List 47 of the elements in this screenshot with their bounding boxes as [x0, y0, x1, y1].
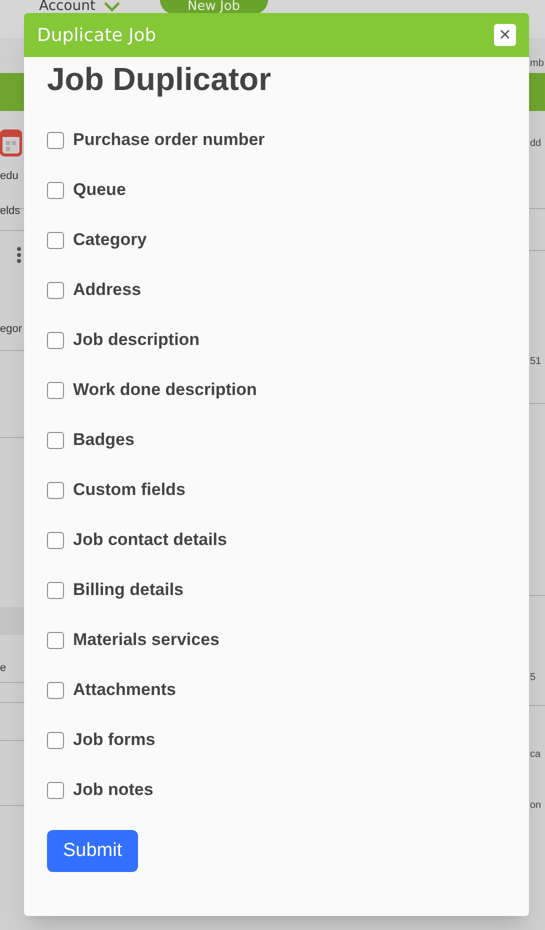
checkbox-label: Custom fields: [73, 479, 186, 502]
checkbox-label: Job contact details: [73, 529, 227, 552]
kebab-icon[interactable]: [17, 247, 21, 263]
checkbox-label: Attachments: [73, 679, 176, 702]
submit-button[interactable]: Submit: [47, 830, 138, 872]
text-fragment: ca: [530, 748, 541, 762]
checkbox[interactable]: [47, 782, 64, 798]
checkbox-label: Billing details: [73, 579, 184, 602]
checkbox[interactable]: [47, 182, 64, 198]
checkbox-label: Materials services: [73, 629, 220, 652]
checkbox-label: Address: [73, 279, 142, 302]
checkbox-label: Work done description: [73, 379, 257, 402]
text-fragment: on: [530, 799, 542, 813]
checkbox-label: Badges: [73, 429, 134, 452]
checkbox[interactable]: [47, 532, 64, 548]
text-fragment: e: [0, 661, 6, 676]
checkbox[interactable]: [47, 132, 64, 148]
checkbox-label: Job forms: [73, 729, 156, 752]
text-fragment: mb: [530, 57, 544, 71]
text-fragment: elds: [0, 204, 20, 219]
checkbox[interactable]: [47, 382, 64, 398]
dialog-heading: Job Duplicator: [47, 63, 272, 95]
checkbox[interactable]: [47, 432, 64, 448]
checkbox-label: Job description: [73, 329, 200, 352]
checkbox[interactable]: [47, 482, 64, 498]
text-fragment: dd: [530, 137, 542, 151]
checkbox-label: Purchase order number: [73, 129, 265, 152]
table-header-band: [0, 607, 24, 635]
calendar-icon: [0, 127, 22, 159]
checkbox[interactable]: [47, 682, 64, 698]
checkbox[interactable]: [47, 282, 64, 298]
checkbox-label: Queue: [73, 179, 126, 202]
checkbox[interactable]: [47, 332, 64, 348]
checkbox[interactable]: [47, 232, 64, 248]
dialog-title: Duplicate Job: [37, 24, 156, 48]
chevron-icon: [104, 2, 120, 12]
checkbox[interactable]: [47, 732, 64, 748]
checkbox-label: Category: [73, 229, 147, 252]
close-button[interactable]: ×: [494, 24, 516, 46]
checkbox[interactable]: [47, 632, 64, 648]
account-menu[interactable]: Account: [39, 0, 96, 13]
text-fragment: edu: [0, 169, 18, 184]
checkbox[interactable]: [47, 582, 64, 598]
text-fragment: 5: [530, 671, 536, 685]
text-fragment: egor: [0, 322, 22, 337]
text-fragment: 51: [530, 355, 542, 369]
checkbox-label: Job notes: [73, 779, 154, 802]
